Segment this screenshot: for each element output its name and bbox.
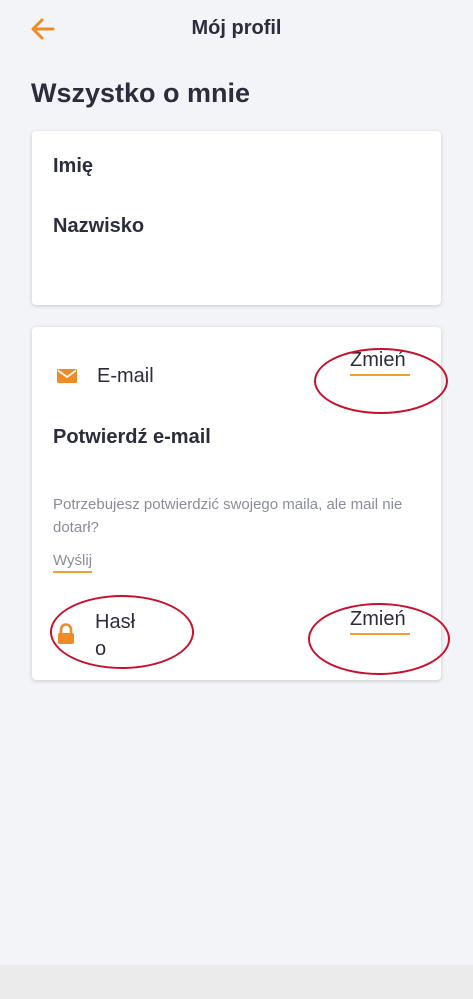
profile-page: Mój profil Wszystko o mnie Imię Nazwisko… [0,0,473,999]
system-navigation-bar [0,965,473,999]
last-name-label: Nazwisko [53,215,145,237]
email-label: E-mail [97,365,154,387]
change-email-underline [350,374,410,376]
section-heading: Wszystko o mnie [31,78,251,108]
change-email-button[interactable]: Zmień [350,348,410,376]
change-password-button[interactable]: Zmień [350,607,410,635]
envelope-icon [57,369,77,383]
lock-icon [58,623,74,644]
page-title: Mój profil [191,17,282,39]
change-password-label: Zmień [350,608,406,630]
password-label: Hasło [95,611,136,660]
confirm-email-label: Potwierdź e-mail [53,426,211,448]
top-bar: Mój profil [0,0,473,60]
account-card: E-mail Zmień Potwierdź e-mail Potrzebuje… [32,327,450,680]
change-email-label: Zmień [350,349,406,371]
confirm-email-hint: Potrzebujesz potwierdzić swojego maila, … [53,496,403,536]
first-name-label: Imię [53,155,94,177]
send-confirmation-link[interactable]: Wyślij [53,552,93,573]
change-password-underline [350,633,410,635]
personal-info-card: Imię Nazwisko [32,131,441,305]
